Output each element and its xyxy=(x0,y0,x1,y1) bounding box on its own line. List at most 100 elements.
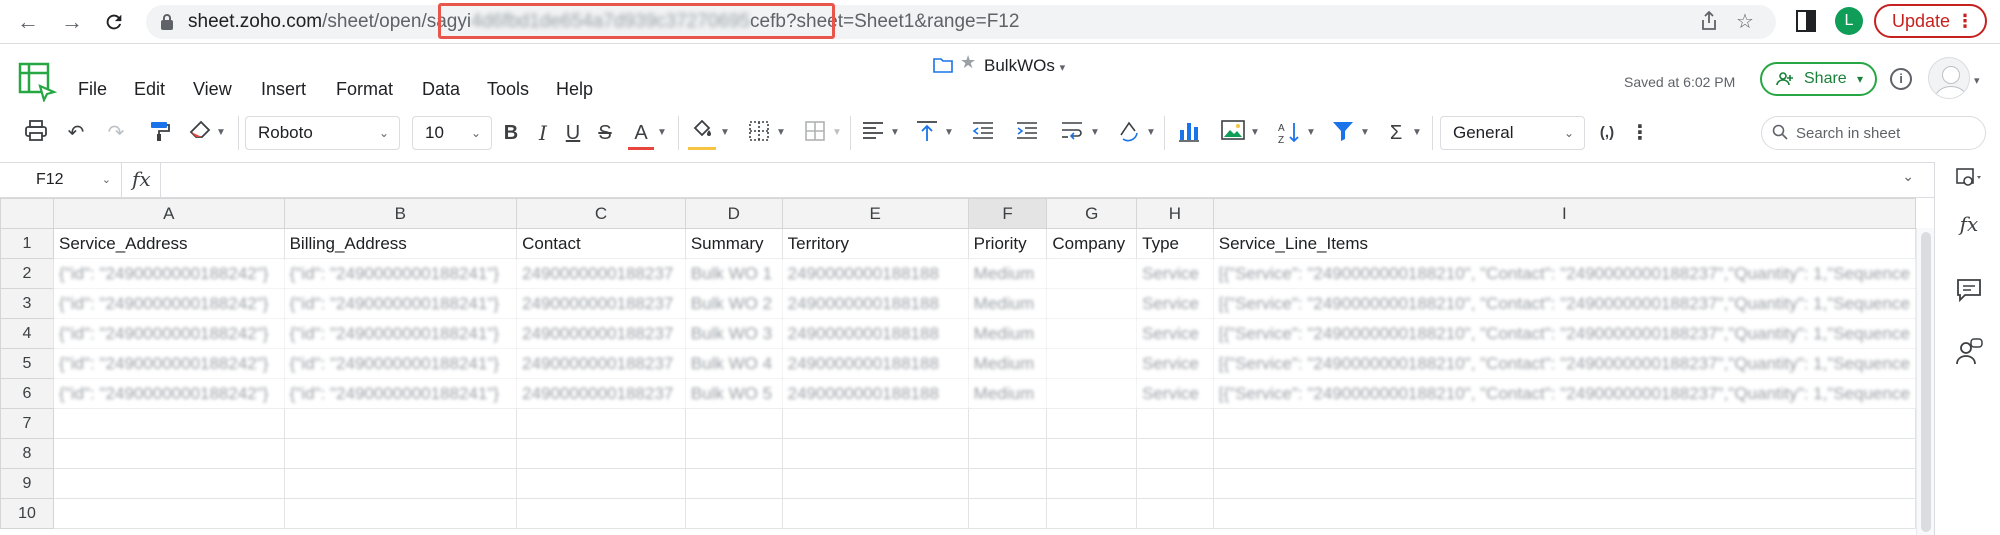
menu-tools[interactable]: Tools xyxy=(487,79,529,100)
column-header-b[interactable]: B xyxy=(283,198,518,229)
menu-format[interactable]: Format xyxy=(336,79,393,100)
cell-b5[interactable]: {"id": "2490000000188241"} xyxy=(283,348,518,379)
cell-f9[interactable] xyxy=(967,468,1048,499)
cell-h10[interactable] xyxy=(1136,498,1214,529)
borders-icon[interactable] xyxy=(746,120,772,146)
column-header-a[interactable]: A xyxy=(53,198,285,229)
function-list-icon[interactable]: fx xyxy=(1955,212,1983,240)
chevron-down-icon[interactable]: ▾ xyxy=(1974,74,1980,87)
chevron-down-icon[interactable]: ▼ xyxy=(1250,127,1260,138)
scrollbar-thumb[interactable] xyxy=(1921,232,1931,532)
menu-help[interactable]: Help xyxy=(556,79,593,100)
cell-f7[interactable] xyxy=(967,408,1048,439)
vertical-scrollbar[interactable] xyxy=(1916,228,1934,535)
cell-g6[interactable] xyxy=(1046,378,1138,409)
row-header[interactable]: 1 xyxy=(0,228,55,259)
cell-e8[interactable] xyxy=(781,438,969,469)
cell-i3[interactable]: [{"Service": "2490000000188210", "Contac… xyxy=(1212,288,1916,319)
cell-a4[interactable]: {"id": "2490000000188242"} xyxy=(53,318,285,349)
autosum-icon[interactable]: Σ xyxy=(1384,120,1408,146)
insert-chart-icon[interactable] xyxy=(1176,120,1202,146)
text-color-icon[interactable]: A xyxy=(628,120,654,150)
cell-a10[interactable] xyxy=(53,498,285,529)
cell-c5[interactable]: 2490000000188237 xyxy=(516,348,686,379)
favorite-star-icon[interactable]: ★ xyxy=(960,52,976,73)
cell-i7[interactable] xyxy=(1212,408,1916,439)
cell-e5[interactable]: 2490000000188188 xyxy=(781,348,969,379)
font-size-select[interactable]: 10 ⌄ xyxy=(412,116,492,150)
search-input[interactable] xyxy=(1796,123,1976,143)
decrease-indent-icon[interactable] xyxy=(970,120,996,146)
chevron-down-icon[interactable]: ▼ xyxy=(1360,127,1370,138)
row-header[interactable]: 3 xyxy=(0,288,55,319)
menu-insert[interactable]: Insert xyxy=(261,79,306,100)
redo-icon[interactable]: ↷ xyxy=(102,120,130,146)
cell-d9[interactable] xyxy=(684,468,783,499)
cell-h5[interactable]: Service xyxy=(1136,348,1214,379)
row-header[interactable]: 4 xyxy=(0,318,55,349)
chevron-down-icon[interactable]: ▼ xyxy=(1306,127,1316,138)
cell-e4[interactable]: 2490000000188188 xyxy=(781,318,969,349)
cell-h7[interactable] xyxy=(1136,408,1214,439)
cell-a6[interactable]: {"id": "2490000000188242"} xyxy=(53,378,285,409)
cell-h2[interactable]: Service xyxy=(1136,258,1214,289)
address-bar[interactable]: sheet.zoho.com/sheet/open/sagyi4d6fbd1de… xyxy=(146,5,1776,39)
cell-e3[interactable]: 2490000000188188 xyxy=(781,288,969,319)
cell-e7[interactable] xyxy=(781,408,969,439)
browser-update-button[interactable]: Update ⋮ xyxy=(1874,4,1987,38)
bookmark-star-icon[interactable]: ☆ xyxy=(1734,11,1756,33)
row-header[interactable]: 6 xyxy=(0,378,55,409)
cell-g3[interactable] xyxy=(1046,288,1138,319)
cell-d5[interactable]: Bulk WO 4 xyxy=(684,348,783,379)
chevron-down-icon[interactable]: ▼ xyxy=(890,127,900,138)
cell-d10[interactable] xyxy=(684,498,783,529)
cell-e6[interactable]: 2490000000188188 xyxy=(781,378,969,409)
share-button[interactable]: Share ▾ xyxy=(1760,62,1877,96)
cell-b4[interactable]: {"id": "2490000000188241"} xyxy=(283,318,518,349)
cell-c3[interactable]: 2490000000188237 xyxy=(516,288,686,319)
chat-collaborators-icon[interactable] xyxy=(1955,338,1983,366)
cell-i6[interactable]: [{"Service": "2490000000188210", "Contac… xyxy=(1212,378,1916,409)
cell-h4[interactable]: Service xyxy=(1136,318,1214,349)
cell-i1[interactable]: Service_Line_Items xyxy=(1212,228,1916,259)
chevron-down-icon[interactable]: ▼ xyxy=(1146,127,1156,138)
row-header[interactable]: 5 xyxy=(0,348,55,379)
cell-f5[interactable]: Medium xyxy=(967,348,1048,379)
column-header-d[interactable]: D xyxy=(684,198,783,229)
cell-i4[interactable]: [{"Service": "2490000000188210", "Contac… xyxy=(1212,318,1916,349)
column-header-g[interactable]: G xyxy=(1046,198,1138,229)
cell-c8[interactable] xyxy=(516,438,686,469)
cell-c6[interactable]: 2490000000188237 xyxy=(516,378,686,409)
forward-arrow-icon[interactable]: → xyxy=(58,8,86,36)
cell-g4[interactable] xyxy=(1046,318,1138,349)
cell-c2[interactable]: 2490000000188237 xyxy=(516,258,686,289)
thousand-separator-icon[interactable]: (,) xyxy=(1594,120,1620,146)
rotate-text-icon[interactable] xyxy=(1116,120,1142,146)
underline-icon[interactable]: U xyxy=(562,120,584,146)
cell-e2[interactable]: 2490000000188188 xyxy=(781,258,969,289)
cell-g1[interactable]: Company xyxy=(1046,228,1138,259)
cell-i8[interactable] xyxy=(1212,438,1916,469)
sheet-search-box[interactable] xyxy=(1761,116,1986,150)
share-page-icon[interactable] xyxy=(1698,10,1720,33)
cell-b2[interactable]: {"id": "2490000000188241"} xyxy=(283,258,518,289)
cell-g10[interactable] xyxy=(1046,498,1138,529)
browser-profile-avatar[interactable]: L xyxy=(1835,7,1863,35)
fx-icon[interactable]: fx xyxy=(132,167,151,191)
sort-icon[interactable]: AZ xyxy=(1276,120,1302,146)
fill-color-icon[interactable] xyxy=(688,119,716,150)
align-vertical-icon[interactable] xyxy=(914,120,940,146)
format-painter-icon[interactable] xyxy=(146,120,174,146)
chevron-down-icon[interactable]: ▼ xyxy=(776,127,786,138)
info-icon[interactable]: i xyxy=(1890,68,1912,90)
back-arrow-icon[interactable]: ← xyxy=(14,8,42,36)
name-box[interactable]: F12 ⌄ xyxy=(0,163,122,197)
cell-d8[interactable] xyxy=(684,438,783,469)
cell-c10[interactable] xyxy=(516,498,686,529)
row-header[interactable]: 9 xyxy=(0,468,55,499)
cell-a8[interactable] xyxy=(53,438,285,469)
spreadsheet-grid[interactable]: ABCDEFGHI 1 Service_Address Billing_Addres… xyxy=(0,198,1916,535)
cell-e10[interactable] xyxy=(781,498,969,529)
comment-icon[interactable] xyxy=(1955,278,1983,306)
row-header[interactable]: 8 xyxy=(0,438,55,469)
